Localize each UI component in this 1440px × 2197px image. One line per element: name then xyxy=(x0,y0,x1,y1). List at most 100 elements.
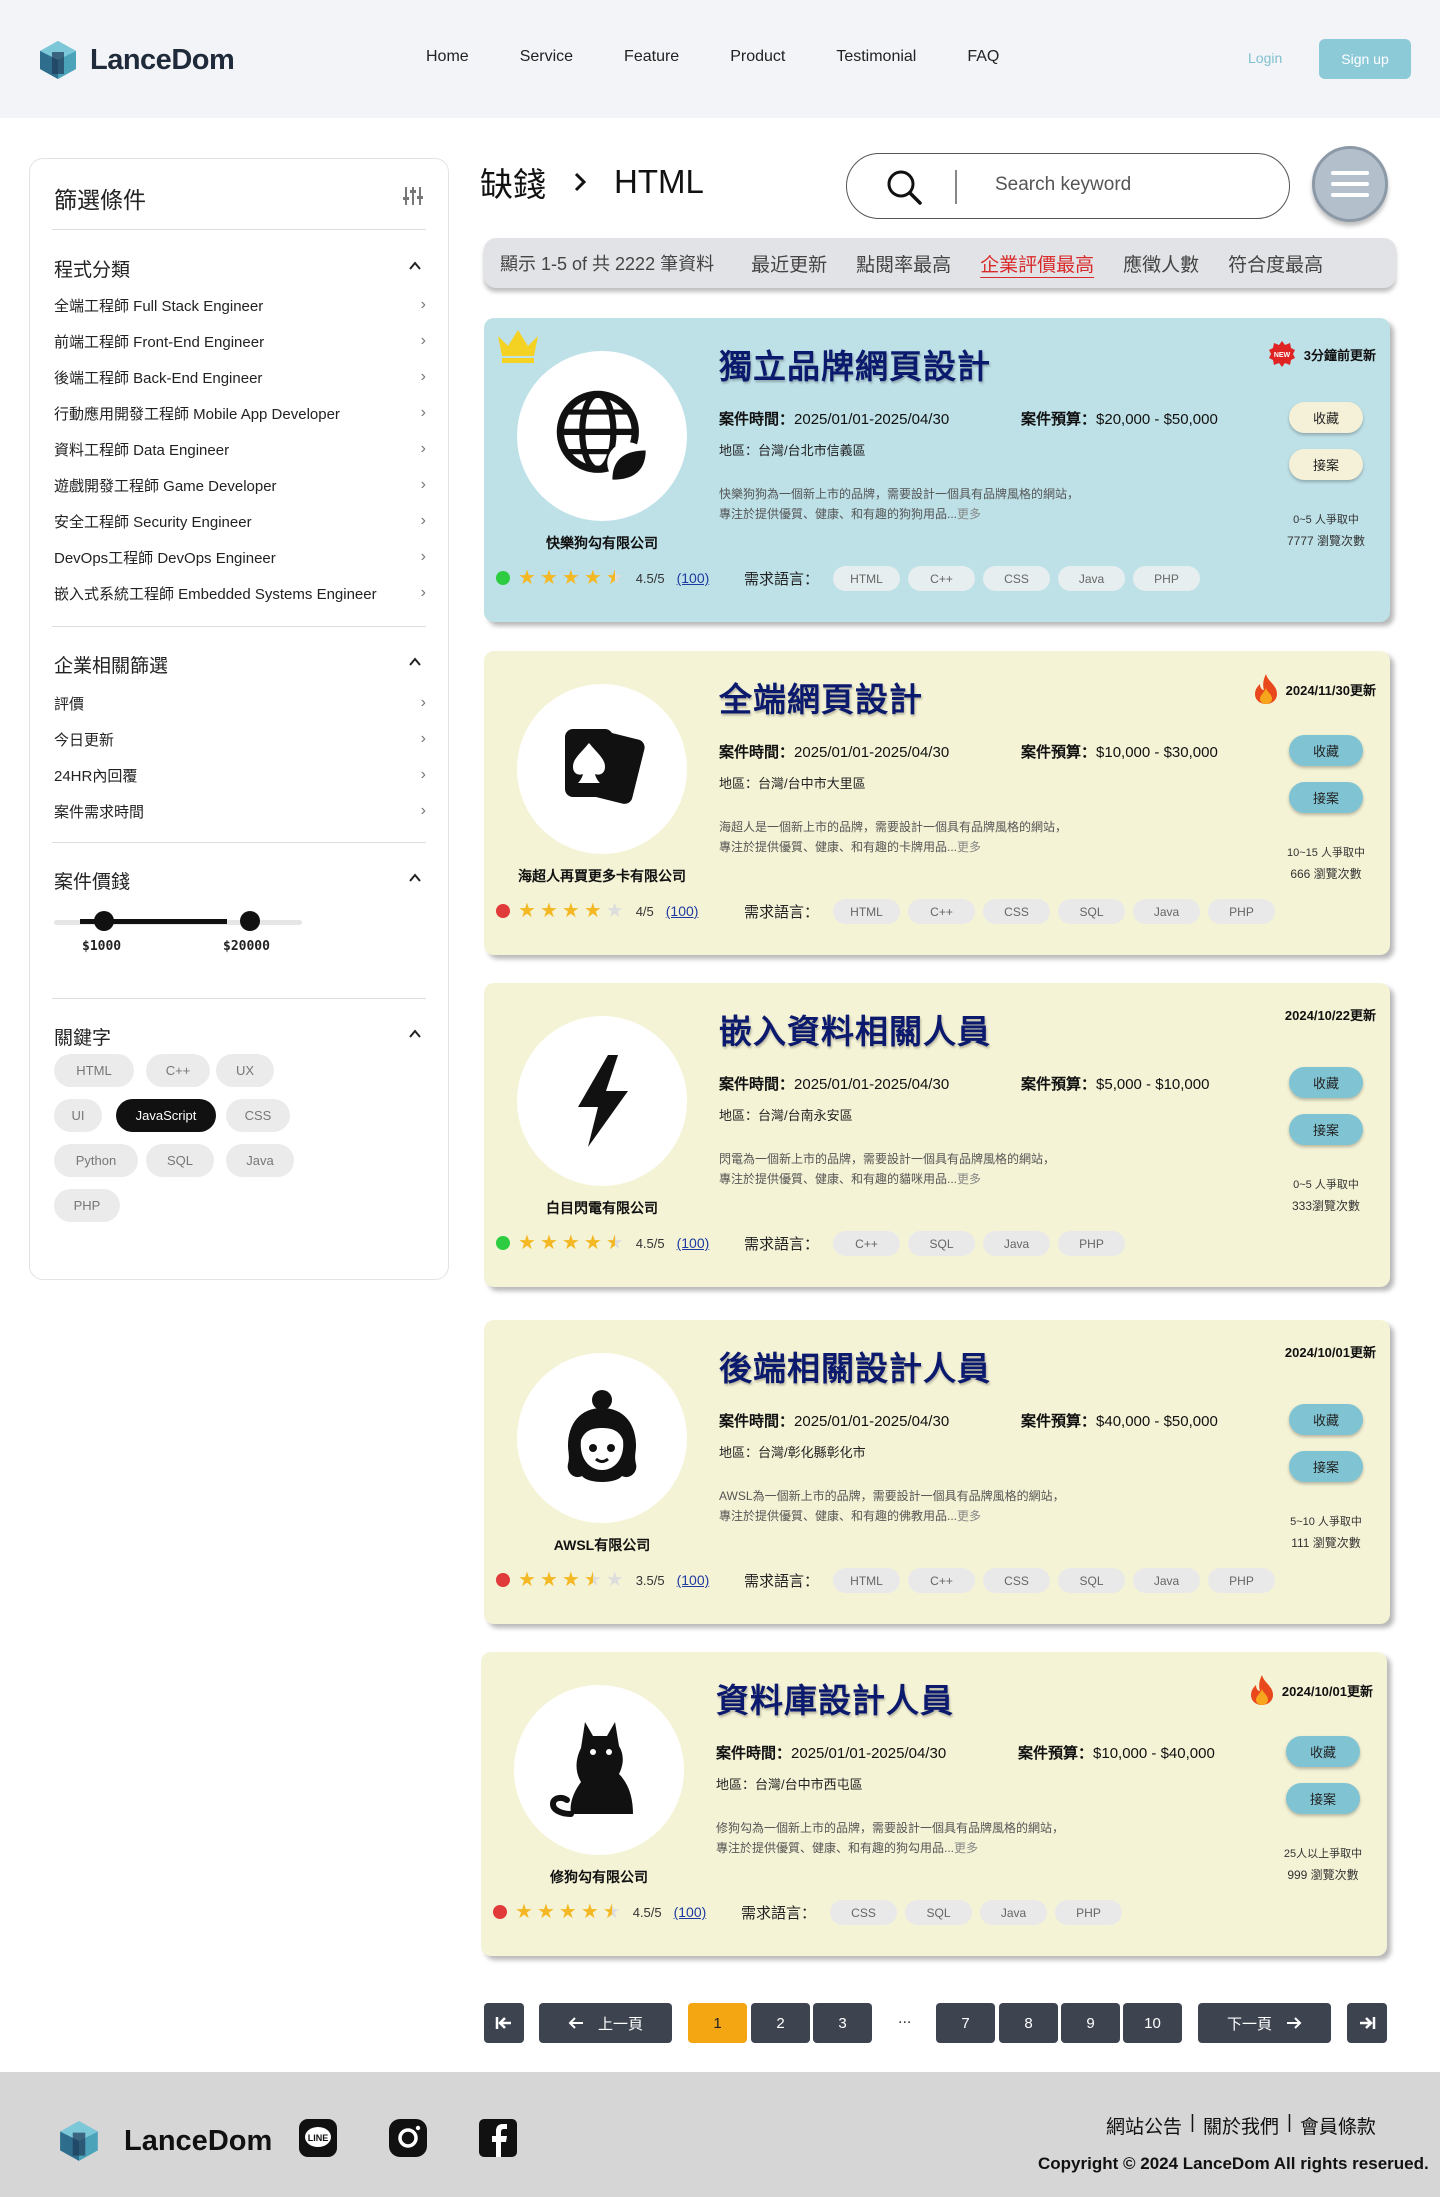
company-filter-item[interactable]: 案件需求時間 › xyxy=(54,801,426,821)
more-link[interactable]: 更多 xyxy=(957,507,981,521)
company-filter-item[interactable]: 24HR內回覆 › xyxy=(54,765,426,785)
nav-faq[interactable]: FAQ xyxy=(967,48,999,66)
category-item[interactable]: 全端工程師 Full Stack Engineer › xyxy=(54,295,426,315)
save-button[interactable]: 收藏 xyxy=(1286,1736,1360,1767)
accept-job-button[interactable]: 接案 xyxy=(1289,1114,1363,1145)
language-tag[interactable]: Java xyxy=(980,1900,1048,1925)
last-page-button[interactable] xyxy=(1347,2003,1387,2043)
nav-home[interactable]: Home xyxy=(426,48,469,66)
keyword-tag[interactable]: C++ xyxy=(146,1054,210,1087)
keyword-tag[interactable]: PHP xyxy=(54,1189,120,1222)
job-card[interactable]: AWSL有限公司 ★ ★ ★ ★ ★ 3.5/5 (100) 後端相關設計人員 2024/10/0… xyxy=(484,1320,1390,1624)
language-tag[interactable]: C++ xyxy=(908,1568,976,1593)
save-button[interactable]: 收藏 xyxy=(1289,735,1363,766)
search-icon[interactable] xyxy=(885,168,923,206)
footer-link-about[interactable]: 關於我們 xyxy=(1203,2112,1279,2139)
company-name[interactable]: 修狗勾有限公司 xyxy=(481,1867,717,1887)
job-title[interactable]: 資料庫設計人員 xyxy=(716,1674,954,1722)
first-page-button[interactable] xyxy=(484,2003,524,2043)
keyword-tag[interactable]: JavaScript xyxy=(116,1099,216,1132)
language-tag[interactable]: CSS xyxy=(983,1568,1051,1593)
language-tag[interactable]: PHP xyxy=(1058,1231,1126,1256)
nav-feature[interactable]: Feature xyxy=(624,48,679,66)
job-card[interactable]: 海超人再買更多卡有限公司 ★ ★ ★ ★ ★ 4/5 (100) 全端網頁設計 2024/11/3… xyxy=(484,651,1390,955)
more-link[interactable]: 更多 xyxy=(957,1509,981,1523)
search-box[interactable]: Search keyword xyxy=(846,153,1290,219)
sort-rating[interactable]: 企業評價最高 xyxy=(980,250,1094,277)
price-slider-max-handle[interactable] xyxy=(240,911,260,931)
sort-clicks[interactable]: 點閱率最高 xyxy=(856,250,951,277)
category-item[interactable]: 前端工程師 Front-End Engineer › xyxy=(54,331,426,351)
keyword-tag[interactable]: UX xyxy=(216,1054,274,1087)
company-avatar[interactable] xyxy=(517,1016,687,1186)
company-name[interactable]: 海超人再買更多卡有限公司 xyxy=(484,866,720,886)
job-title[interactable]: 獨立品牌網頁設計 xyxy=(719,340,991,388)
nav-product[interactable]: Product xyxy=(730,48,785,66)
accept-job-button[interactable]: 接案 xyxy=(1289,782,1363,813)
review-count-link[interactable]: (100) xyxy=(677,1572,710,1588)
more-link[interactable]: 更多 xyxy=(957,1172,981,1186)
language-tag[interactable]: C++ xyxy=(833,1231,901,1256)
page-10[interactable]: 10 xyxy=(1123,2003,1182,2043)
language-tag[interactable]: PHP xyxy=(1208,899,1276,924)
job-title[interactable]: 全端網頁設計 xyxy=(719,673,923,721)
review-count-link[interactable]: (100) xyxy=(666,903,699,919)
chevron-up-icon[interactable] xyxy=(408,871,422,885)
save-button[interactable]: 收藏 xyxy=(1289,1067,1363,1098)
keyword-tag[interactable]: Java xyxy=(226,1144,294,1177)
keyword-tag[interactable]: SQL xyxy=(146,1144,214,1177)
keyword-tag[interactable]: HTML xyxy=(54,1054,134,1087)
page-8[interactable]: 8 xyxy=(999,2003,1058,2043)
page-1[interactable]: 1 xyxy=(688,2003,747,2043)
category-item[interactable]: 遊戲開發工程師 Game Developer › xyxy=(54,475,426,495)
company-filter-item[interactable]: 今日更新 › xyxy=(54,729,426,749)
language-tag[interactable]: C++ xyxy=(908,899,976,924)
review-count-link[interactable]: (100) xyxy=(674,1904,707,1920)
save-button[interactable]: 收藏 xyxy=(1289,402,1363,433)
breadcrumb-root[interactable]: 缺錢 xyxy=(480,158,546,206)
category-item[interactable]: 資料工程師 Data Engineer › xyxy=(54,439,426,459)
sort-applicants[interactable]: 應徵人數 xyxy=(1123,250,1199,277)
review-count-link[interactable]: (100) xyxy=(677,570,710,586)
tune-icon[interactable] xyxy=(402,185,424,207)
language-tag[interactable]: HTML xyxy=(833,899,901,924)
page-2[interactable]: 2 xyxy=(751,2003,810,2043)
accept-job-button[interactable]: 接案 xyxy=(1289,1451,1363,1482)
company-name[interactable]: 白目閃電有限公司 xyxy=(484,1198,720,1218)
company-avatar[interactable] xyxy=(517,1353,687,1523)
language-tag[interactable]: Java xyxy=(983,1231,1051,1256)
footer-logo[interactable]: LanceDom xyxy=(56,2118,272,2164)
page-3[interactable]: 3 xyxy=(813,2003,872,2043)
instagram-icon[interactable] xyxy=(388,2118,428,2158)
sort-recent[interactable]: 最近更新 xyxy=(751,250,827,277)
accept-job-button[interactable]: 接案 xyxy=(1289,449,1363,480)
language-tag[interactable]: HTML xyxy=(833,566,901,591)
language-tag[interactable]: C++ xyxy=(908,566,976,591)
language-tag[interactable]: CSS xyxy=(983,899,1051,924)
keyword-tag[interactable]: Python xyxy=(54,1144,138,1177)
keyword-tag[interactable]: CSS xyxy=(226,1099,290,1132)
page-9[interactable]: 9 xyxy=(1061,2003,1120,2043)
login-link[interactable]: Login xyxy=(1248,50,1282,66)
language-tag[interactable]: Java xyxy=(1058,566,1126,591)
language-tag[interactable]: Java xyxy=(1133,899,1201,924)
company-filter-item[interactable]: 評價 › xyxy=(54,693,426,713)
language-tag[interactable]: PHP xyxy=(1133,566,1201,591)
chevron-up-icon[interactable] xyxy=(408,259,422,273)
company-name[interactable]: AWSL有限公司 xyxy=(484,1535,720,1555)
nav-testimonial[interactable]: Testimonial xyxy=(836,48,916,66)
menu-button[interactable] xyxy=(1312,146,1388,222)
page-7[interactable]: 7 xyxy=(936,2003,995,2043)
language-tag[interactable]: CSS xyxy=(830,1900,898,1925)
more-link[interactable]: 更多 xyxy=(954,1841,978,1855)
language-tag[interactable]: SQL xyxy=(1058,899,1126,924)
chevron-up-icon[interactable] xyxy=(408,1027,422,1041)
language-tag[interactable]: Java xyxy=(1133,1568,1201,1593)
footer-link-terms[interactable]: 會員條款 xyxy=(1300,2112,1376,2139)
language-tag[interactable]: PHP xyxy=(1055,1900,1123,1925)
save-button[interactable]: 收藏 xyxy=(1289,1404,1363,1435)
language-tag[interactable]: SQL xyxy=(908,1231,976,1256)
chevron-up-icon[interactable] xyxy=(408,655,422,669)
language-tag[interactable]: SQL xyxy=(905,1900,973,1925)
job-card[interactable]: 快樂狗勾有限公司 ★ ★ ★ ★ ★ 4.5/5 (100) 獨立品牌網頁設計 NEW 3分鐘前更新… xyxy=(484,318,1390,622)
